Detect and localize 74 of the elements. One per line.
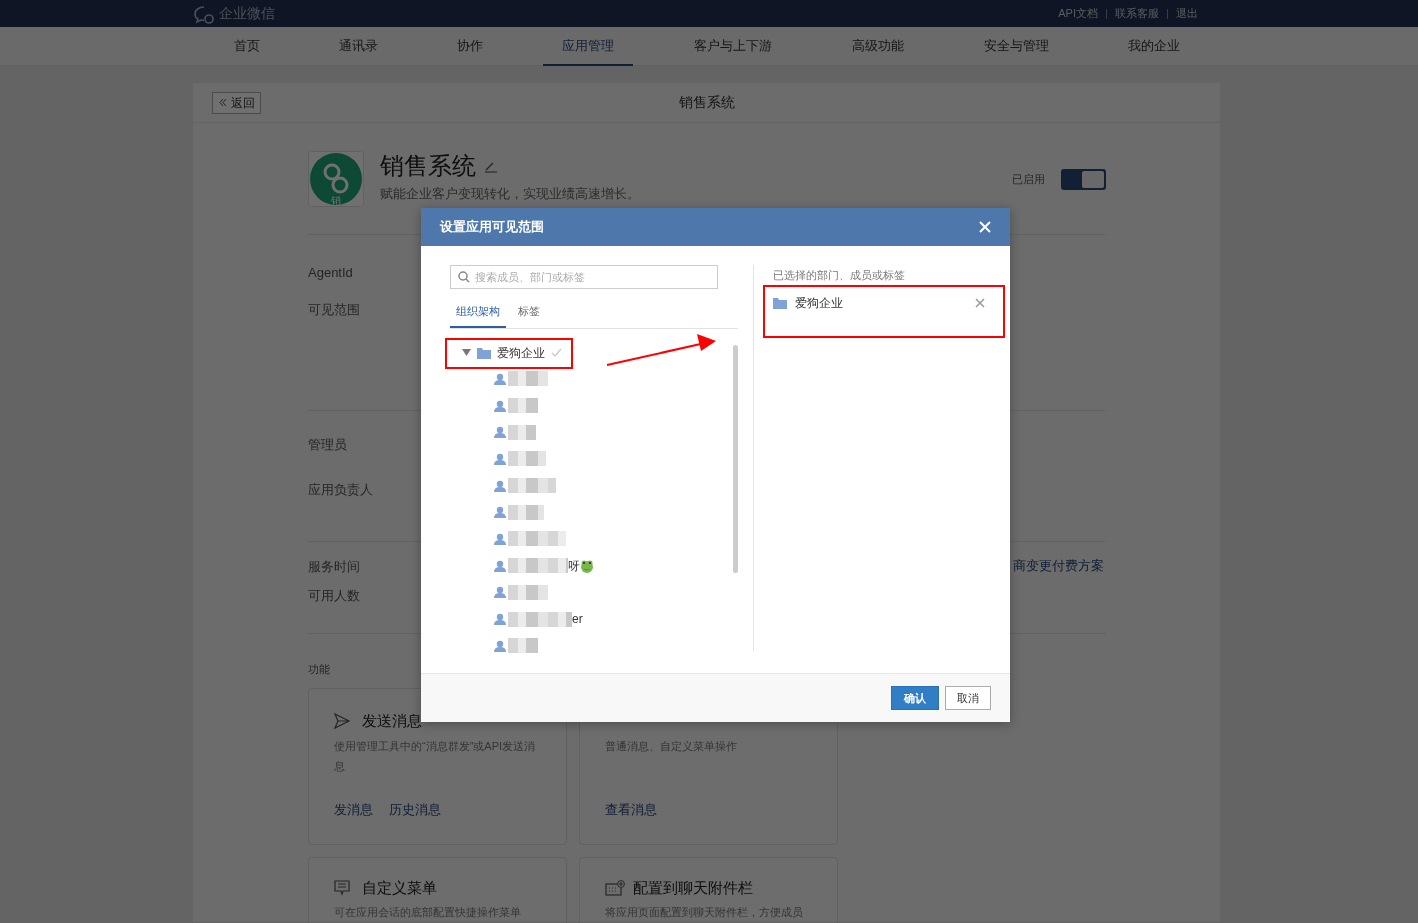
nav-tab[interactable]: 应用管理: [543, 27, 633, 66]
app-logo-icon: [308, 151, 364, 207]
cancel-button[interactable]: 取消: [945, 685, 991, 711]
feature-link[interactable]: 查看消息: [605, 799, 657, 819]
nav-tab[interactable]: 协作: [425, 27, 515, 66]
app-description: 赋能企业客户变现转化，实现业绩高速增长。: [380, 185, 640, 203]
dialog-tab[interactable]: 标签: [512, 299, 546, 328]
feature-link[interactable]: 发消息: [334, 799, 373, 819]
person-icon: [494, 506, 506, 519]
app-name: 销售系统: [380, 151, 476, 181]
person-icon: [494, 426, 506, 439]
confirm-button[interactable]: 确认: [891, 685, 939, 711]
double-chevron-icon: [218, 98, 227, 107]
remove-button[interactable]: [975, 297, 985, 308]
setting-label: 可见范围: [308, 300, 360, 319]
nav-tab[interactable]: 客户与上下游: [688, 27, 778, 66]
feature-title: 配置到聊天附件栏: [633, 878, 753, 899]
close-button[interactable]: [978, 220, 992, 234]
nav-tab[interactable]: 高级功能: [833, 27, 923, 66]
top-link[interactable]: API文档: [1058, 5, 1098, 22]
pricing-link[interactable]: 商变更付费方案: [1013, 556, 1104, 576]
top-link[interactable]: 退出: [1176, 5, 1198, 22]
blurred-name-placeholder: [508, 398, 538, 414]
feature-title: 自定义菜单: [362, 878, 437, 899]
status-label: 已启用: [1012, 172, 1045, 188]
feature-title: 发送消息: [362, 711, 422, 732]
folder-icon: [477, 346, 491, 359]
dialog-tab[interactable]: 组织架构: [450, 299, 506, 328]
calendar-plus-icon: [605, 880, 625, 897]
dialog-title: 设置应用可见范围: [440, 218, 544, 237]
blurred-name-placeholder: [508, 558, 568, 574]
setting-label: 管理员: [308, 436, 347, 454]
back-button[interactable]: 返回: [212, 91, 261, 114]
blurred-name-placeholder: [508, 371, 548, 387]
caret-icon[interactable]: [462, 348, 471, 357]
app-logo-text: 销: [331, 194, 341, 208]
person-icon: [494, 372, 506, 385]
blurred-name-placeholder: [508, 531, 566, 547]
blurred-name-placeholder: [508, 504, 544, 520]
folder-icon: [773, 296, 787, 309]
member-name-fragment: 呀: [568, 557, 580, 575]
setting-label: AgentId: [308, 264, 353, 282]
setting-label: 可用人数: [308, 586, 360, 605]
selected-item-label: 爱狗企业: [795, 294, 843, 312]
blurred-name-placeholder: [508, 611, 572, 627]
person-icon: [494, 532, 506, 545]
scrollbar[interactable]: [733, 344, 738, 573]
search-field[interactable]: 搜索成员、部门或标签: [450, 265, 718, 289]
setting-label: 服务时间: [308, 558, 360, 576]
nav-tab[interactable]: 通讯录: [313, 27, 403, 66]
enabled-toggle[interactable]: [1061, 169, 1106, 190]
nav-tab[interactable]: 首页: [202, 27, 292, 66]
person-icon: [494, 479, 506, 492]
blurred-name-placeholder: [508, 424, 536, 440]
member-name-fragment: er: [572, 611, 583, 629]
person-icon: [494, 586, 506, 599]
selected-heading: 已选择的部门、成员或标签: [773, 268, 906, 283]
person-icon: [494, 399, 506, 412]
person-icon: [494, 639, 506, 652]
nav-tab[interactable]: 安全与管理: [971, 27, 1061, 66]
person-icon: [494, 613, 506, 626]
logo-icon: [193, 3, 215, 24]
blurred-name-placeholder: [508, 451, 546, 467]
blurred-name-placeholder: [508, 584, 548, 600]
tree-item-label[interactable]: 爱狗企业: [497, 343, 545, 362]
nav-tab[interactable]: 我的企业: [1109, 27, 1199, 66]
blurred-name-placeholder: [508, 638, 538, 654]
setting-label: 应用负责人: [308, 480, 373, 499]
page-title: 销售系统: [678, 93, 735, 112]
section-heading: 功能: [308, 662, 331, 677]
person-icon: [494, 559, 506, 572]
blurred-name-placeholder: [508, 478, 556, 494]
person-icon: [494, 452, 506, 465]
feature-link[interactable]: 历史消息: [389, 799, 441, 819]
